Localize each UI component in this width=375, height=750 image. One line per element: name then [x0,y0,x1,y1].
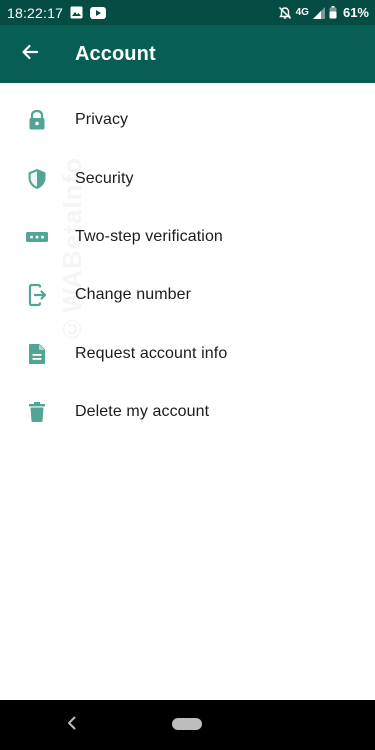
shield-icon [0,167,75,191]
menu-item-delete-my-account[interactable]: Delete my account [0,383,375,441]
back-button[interactable] [2,25,58,83]
menu-item-security[interactable]: Security [0,149,375,207]
menu-item-privacy[interactable]: Privacy [0,91,375,149]
document-icon [0,342,75,366]
menu-item-label: Security [75,169,134,187]
status-bar: 18:22:17 4G 61% [0,0,375,25]
menu-item-label: Change number [75,286,192,304]
youtube-icon [90,6,107,19]
menu-item-label: Request account info [75,344,228,362]
arrow-back-icon [21,43,39,66]
menu-item-label: Privacy [75,111,129,129]
phone-change-icon [0,283,75,307]
status-time: 18:22:17 [7,4,64,21]
trash-icon [0,400,75,424]
nav-back-button[interactable] [64,716,80,734]
menu-item-request-account-info[interactable]: Request account info [0,325,375,383]
menu-item-change-number[interactable]: Change number [0,266,375,324]
dots-password-icon [0,225,75,249]
signal-icon [312,6,325,19]
account-menu-list: Privacy Security Two-step verification C… [0,91,375,441]
menu-item-label: Two-step verification [75,227,223,245]
menu-item-label: Delete my account [75,403,210,421]
app-bar: Account [0,25,375,83]
silent-alarm-icon [278,6,292,20]
lock-icon [0,108,75,132]
screen: 18:22:17 4G 61% Account Privacy Security… [0,0,375,750]
nav-back-icon [67,716,77,735]
page-title: Account [75,42,156,65]
battery-icon [329,6,337,19]
navigation-bar [0,700,375,750]
gallery-icon [70,6,83,19]
home-pill-icon[interactable] [172,718,202,730]
battery-percentage: 61% [342,5,369,20]
menu-item-two-step-verification[interactable]: Two-step verification [0,208,375,266]
network-type: 4G [295,7,309,18]
